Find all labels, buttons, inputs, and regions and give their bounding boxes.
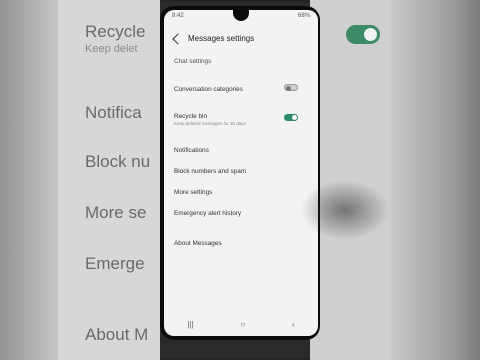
toggle-knob: [286, 85, 291, 91]
setting-notifications[interactable]: Notifications: [174, 147, 302, 154]
page-title: Messages settings: [188, 34, 255, 43]
home-icon[interactable]: ○: [240, 320, 245, 329]
setting-label: Conversation categories: [174, 86, 243, 93]
background-label-notifications: Notifica: [85, 103, 142, 122]
recycle-bin-toggle[interactable]: [284, 114, 298, 121]
setting-block-numbers[interactable]: Block numbers and spam: [174, 168, 302, 175]
status-battery: 68%: [297, 13, 310, 19]
setting-about-messages[interactable]: About Messages: [174, 240, 302, 247]
status-bar: 8:42 68%: [172, 13, 310, 21]
finger-shadow: [300, 180, 390, 240]
status-time: 8:42: [172, 13, 184, 19]
background-toggle: [346, 25, 380, 44]
section-chat-settings: Chat settings: [174, 58, 212, 65]
toggle-knob: [292, 115, 297, 120]
setting-conversation-categories[interactable]: Conversation categories: [174, 86, 302, 93]
setting-sublabel: Keep deleted messages for 30 days.: [174, 121, 248, 126]
background-label-recycle: Recycle: [85, 22, 146, 41]
background-label-more: More se: [85, 203, 147, 222]
background-label-emergency: Emerge: [85, 254, 145, 273]
back-arrow-icon[interactable]: [172, 32, 184, 45]
navigation-bar: ||| ○ ‹: [164, 318, 318, 330]
back-icon[interactable]: ‹: [292, 320, 295, 329]
background-label-about: About M: [85, 325, 149, 344]
background-shade-left: [0, 0, 58, 360]
phone-screen: 8:42 68% Messages settings Chat settings…: [164, 10, 318, 336]
setting-label: Recycle bin: [174, 113, 208, 120]
background-label-block: Block nu: [85, 152, 151, 171]
setting-emergency-alert-history[interactable]: Emergency alert history: [174, 210, 302, 217]
background-sublabel-recycle: Keep delet: [85, 43, 138, 55]
recents-icon[interactable]: |||: [187, 320, 193, 329]
background-shade-right: [390, 0, 480, 360]
setting-recycle-bin[interactable]: Recycle bin Keep deleted messages for 30…: [174, 113, 302, 126]
page-header: Messages settings: [172, 32, 255, 45]
setting-more-settings[interactable]: More settings: [174, 189, 302, 196]
conversation-categories-toggle[interactable]: [284, 84, 298, 91]
